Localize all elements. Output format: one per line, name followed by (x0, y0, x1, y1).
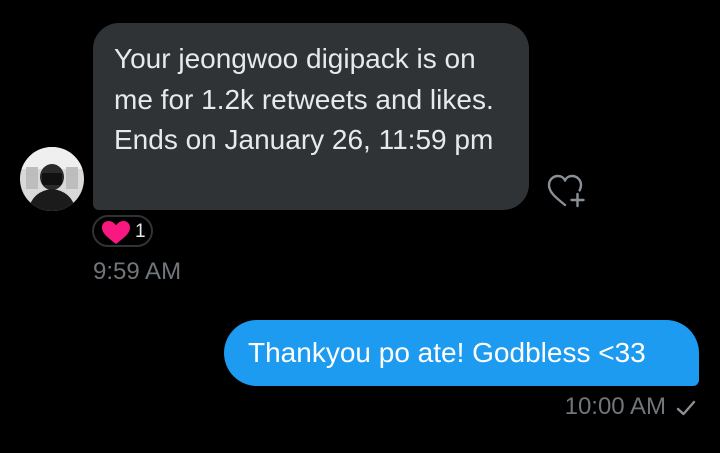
reaction-count: 1 (135, 221, 146, 242)
incoming-message-bubble[interactable]: Your jeongwoo digipack is on me for 1.2k… (93, 23, 529, 210)
add-reaction-heart-icon[interactable] (545, 172, 591, 210)
incoming-message-text: Your jeongwoo digipack is on me for 1.2k… (114, 43, 494, 155)
avatar-image (20, 147, 84, 211)
reaction-badge[interactable]: 1 (92, 215, 153, 247)
outgoing-message-bubble[interactable]: Thankyou po ate! Godbless <33 (224, 320, 699, 386)
outgoing-message-text: Thankyou po ate! Godbless <33 (248, 337, 646, 368)
red-heart-icon (102, 221, 130, 244)
incoming-timestamp: 9:59 AM (93, 258, 182, 285)
sender-avatar[interactable] (20, 147, 84, 211)
outgoing-timestamp: 10:00 AM (564, 393, 666, 420)
sent-check-icon (676, 400, 696, 416)
